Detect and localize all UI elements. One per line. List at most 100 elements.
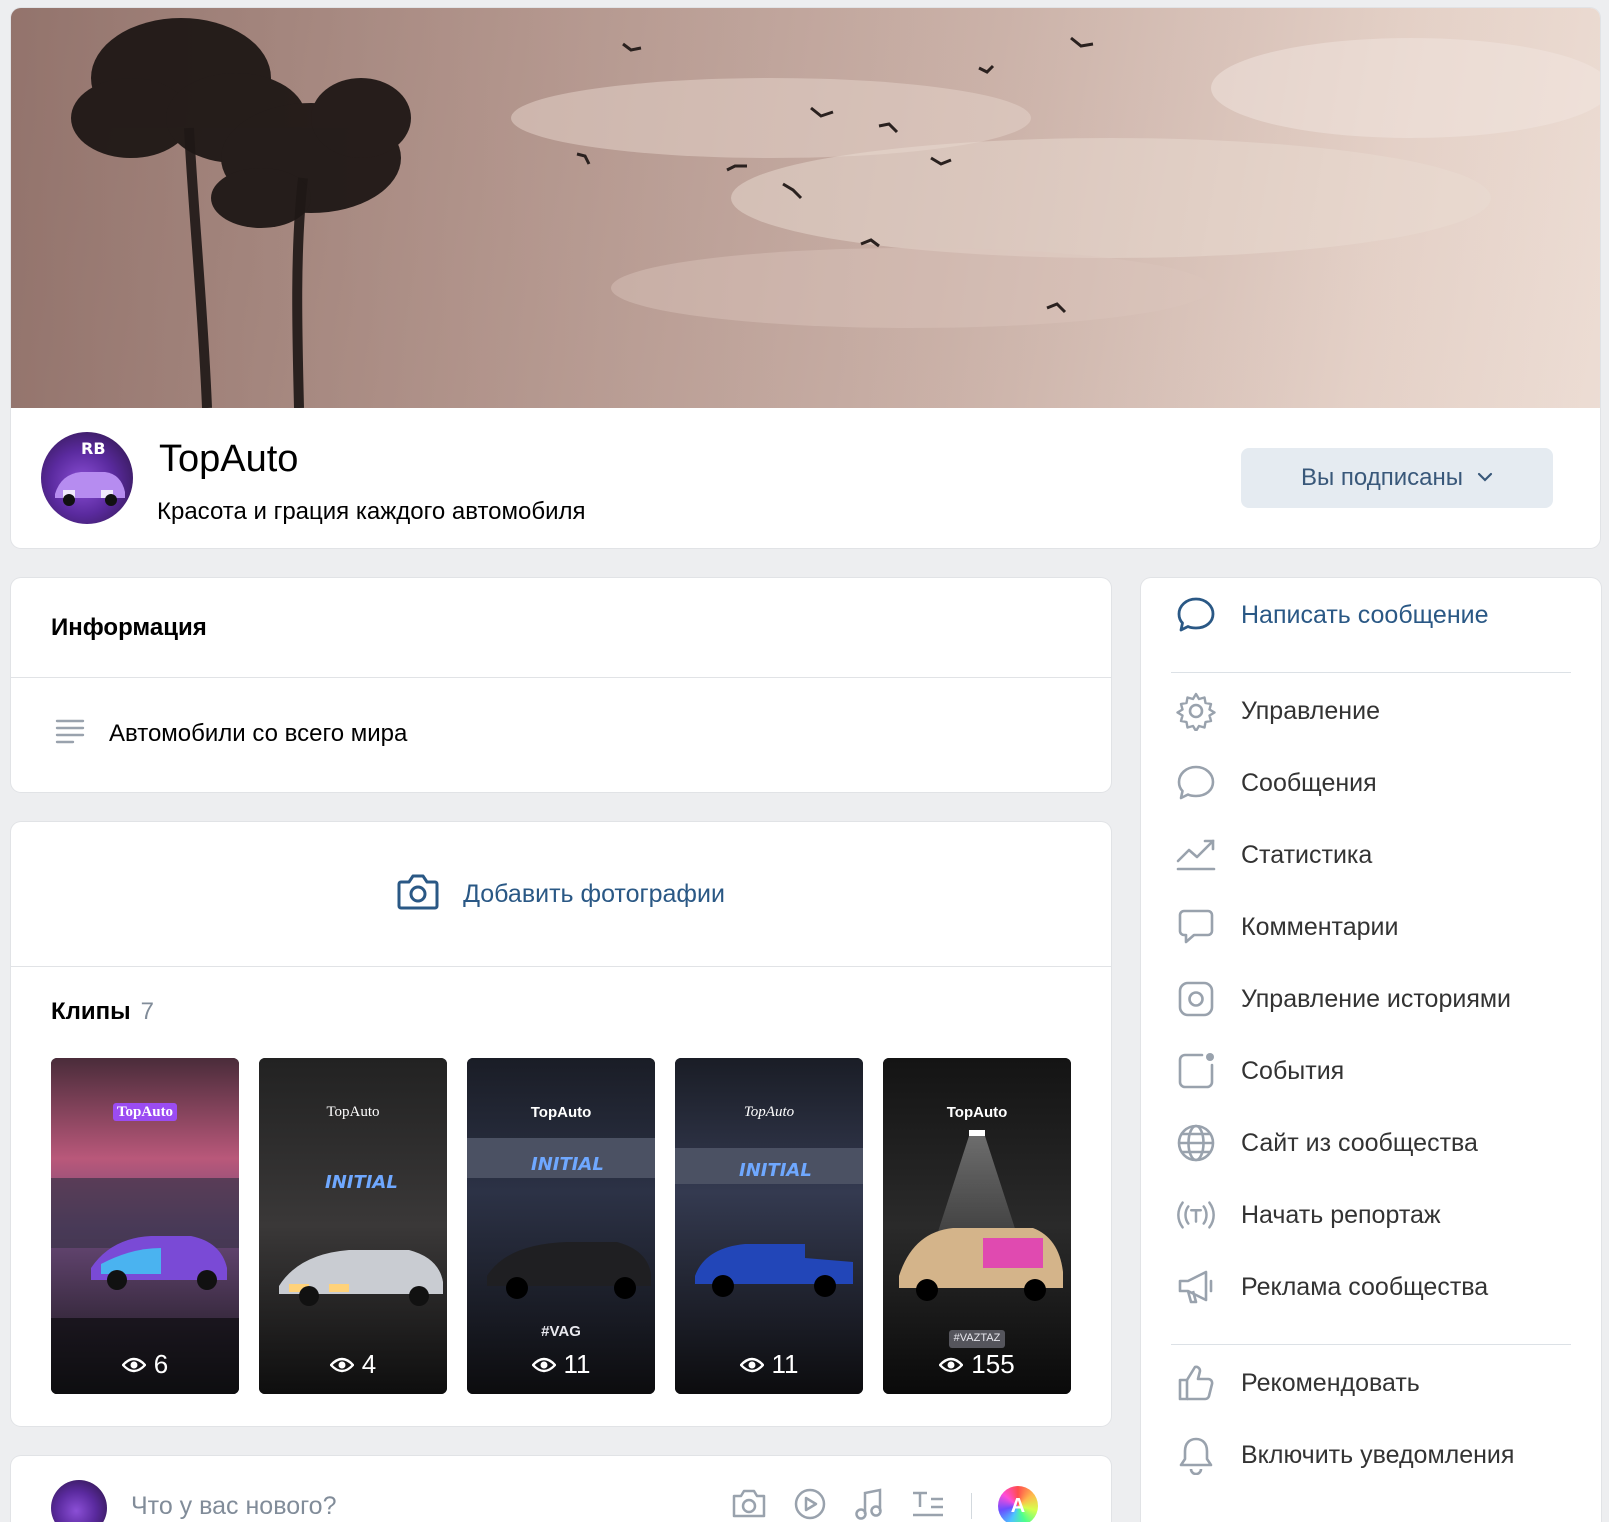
group-name: TopAuto xyxy=(159,438,299,480)
message-icon xyxy=(1175,594,1217,636)
clip-brand: TopAuto xyxy=(326,1104,380,1120)
gear-icon xyxy=(1175,690,1217,732)
eye-icon xyxy=(938,1349,964,1380)
svg-text:INITIAL: INITIAL xyxy=(739,1160,812,1181)
menu-item-messages[interactable]: Сообщения xyxy=(1175,762,1377,804)
menu-item-comments[interactable]: Комментарии xyxy=(1175,906,1398,948)
clip-views: 11 xyxy=(675,1349,863,1380)
menu-item-statistics[interactable]: Статистика xyxy=(1175,834,1372,876)
eye-icon xyxy=(530,1349,557,1380)
menu-item-label: Написать сообщение xyxy=(1241,600,1489,629)
clip-tag: #VAZTAZ xyxy=(953,1332,1001,1344)
info-description: Автомобили со всего мира xyxy=(109,719,408,747)
divider xyxy=(971,1493,972,1519)
group-header: RB TopAuto Красота и грация каждого авто… xyxy=(11,8,1600,548)
info-title: Информация xyxy=(51,614,207,641)
clips-list: TopAuto 6 INITIAL TopAuto 4 INITIAL TopA… xyxy=(51,1058,1071,1394)
svg-text:RB: RB xyxy=(81,439,106,458)
eye-icon xyxy=(329,1349,355,1380)
chart-icon xyxy=(1175,834,1217,876)
media-card: Добавить фотографии Клипы 7 TopAuto 6 IN… xyxy=(11,822,1111,1426)
clip-views-count: 11 xyxy=(563,1349,591,1379)
group-status: Красота и грация каждого автомобиля xyxy=(157,498,586,525)
clips-label: Клипы xyxy=(51,998,131,1025)
svg-text:INITIAL: INITIAL xyxy=(531,1154,604,1175)
clip-views: 155 xyxy=(883,1349,1071,1380)
broadcast-icon xyxy=(1175,1194,1217,1236)
menu-item-advertising[interactable]: Реклама сообщества xyxy=(1175,1266,1488,1308)
clip-thumbnail[interactable]: INITIAL TopAuto 11 xyxy=(675,1058,863,1394)
clip-brand: TopAuto xyxy=(743,1104,795,1120)
video-icon[interactable] xyxy=(793,1487,827,1522)
clip-views-count: 155 xyxy=(971,1349,1015,1379)
menu-item-recommend[interactable]: Рекомендовать xyxy=(1175,1362,1420,1404)
clip-views: 6 xyxy=(51,1349,239,1380)
post-composer: Что у вас нового? A xyxy=(11,1456,1111,1522)
comment-icon xyxy=(1175,906,1217,948)
subscribed-button[interactable]: Вы подписаны xyxy=(1241,448,1553,508)
menu-item-label: События xyxy=(1241,1056,1345,1085)
menu-item-website[interactable]: Сайт из сообщества xyxy=(1175,1122,1478,1164)
clip-tag: #VAG xyxy=(541,1323,581,1340)
eye-icon xyxy=(121,1349,147,1380)
events-icon xyxy=(1175,1050,1217,1092)
add-photos-button[interactable]: Добавить фотографии xyxy=(11,822,1111,966)
clip-thumbnail[interactable]: INITIAL TopAuto #VAG 11 xyxy=(467,1058,655,1394)
menu-item-stories[interactable]: Управление историями xyxy=(1175,978,1511,1020)
menu-item-label: Сообщения xyxy=(1241,768,1377,797)
clip-brand: TopAuto xyxy=(946,1104,1008,1121)
avatar xyxy=(51,1480,107,1522)
subscribed-label: Вы подписаны xyxy=(1301,464,1463,491)
ai-assistant-button[interactable]: A xyxy=(998,1486,1038,1522)
menu-item-notifications[interactable]: Включить уведомления xyxy=(1175,1434,1514,1476)
clip-thumbnail[interactable]: INITIAL TopAuto 4 xyxy=(259,1058,447,1394)
menu-item-label: Начать репортаж xyxy=(1241,1200,1441,1229)
menu-item-label: Сайт из сообщества xyxy=(1241,1128,1478,1157)
menu-item-label: Реклама сообщества xyxy=(1241,1272,1489,1301)
clip-views: 11 xyxy=(467,1349,655,1380)
clip-views-count: 4 xyxy=(361,1349,377,1379)
menu-item-label: Управление историями xyxy=(1241,984,1512,1013)
divider xyxy=(1171,1344,1571,1345)
article-icon[interactable] xyxy=(911,1489,945,1522)
add-photos-label: Добавить фотографии xyxy=(463,879,725,908)
new-post-input[interactable]: Что у вас нового? xyxy=(131,1492,336,1521)
composer-toolbar: A xyxy=(731,1486,1038,1522)
clips-title: Клипы 7 xyxy=(51,998,154,1026)
eye-icon xyxy=(738,1349,765,1380)
menu-item-label: Комментарии xyxy=(1241,912,1399,941)
menu-item-label: Управление xyxy=(1241,696,1380,725)
menu-item-label: Рекомендовать xyxy=(1241,1368,1420,1397)
menu-item-broadcast[interactable]: Начать репортаж xyxy=(1175,1194,1441,1236)
ai-letter: A xyxy=(1010,1494,1026,1517)
clip-views-count: 11 xyxy=(771,1349,799,1379)
group-avatar[interactable]: RB xyxy=(41,432,133,524)
clip-views-count: 6 xyxy=(153,1349,169,1379)
text-lines-icon xyxy=(55,718,85,749)
clips-count: 7 xyxy=(140,998,154,1025)
camera-icon xyxy=(397,872,439,917)
globe-icon xyxy=(1175,1122,1217,1164)
menu-item-label: Статистика xyxy=(1241,840,1373,869)
clip-brand: TopAuto xyxy=(112,1103,178,1121)
clip-views: 4 xyxy=(259,1349,447,1380)
menu-item-events[interactable]: События xyxy=(1175,1050,1344,1092)
thumb-up-icon xyxy=(1175,1362,1217,1404)
bell-icon xyxy=(1175,1434,1217,1476)
chat-icon xyxy=(1175,762,1217,804)
stories-icon xyxy=(1175,978,1217,1020)
divider xyxy=(11,966,1111,967)
divider xyxy=(11,677,1111,678)
clip-thumbnail[interactable]: TopAuto 6 xyxy=(51,1058,239,1394)
chevron-down-icon xyxy=(1477,469,1493,487)
clip-thumbnail[interactable]: TopAuto #VAZTAZ 155 xyxy=(883,1058,1071,1394)
info-description-row: Автомобили со всего мира xyxy=(55,718,407,749)
clip-brand: TopAuto xyxy=(530,1104,592,1121)
menu-item-manage[interactable]: Управление xyxy=(1175,690,1380,732)
svg-text:INITIAL: INITIAL xyxy=(325,1172,398,1193)
menu-item-label: Включить уведомления xyxy=(1241,1440,1515,1469)
menu-item-write-message[interactable]: Написать сообщение xyxy=(1175,594,1489,636)
camera-icon[interactable] xyxy=(731,1488,767,1522)
info-card: Информация Автомобили со всего мира xyxy=(11,578,1111,792)
music-icon[interactable] xyxy=(853,1487,885,1522)
